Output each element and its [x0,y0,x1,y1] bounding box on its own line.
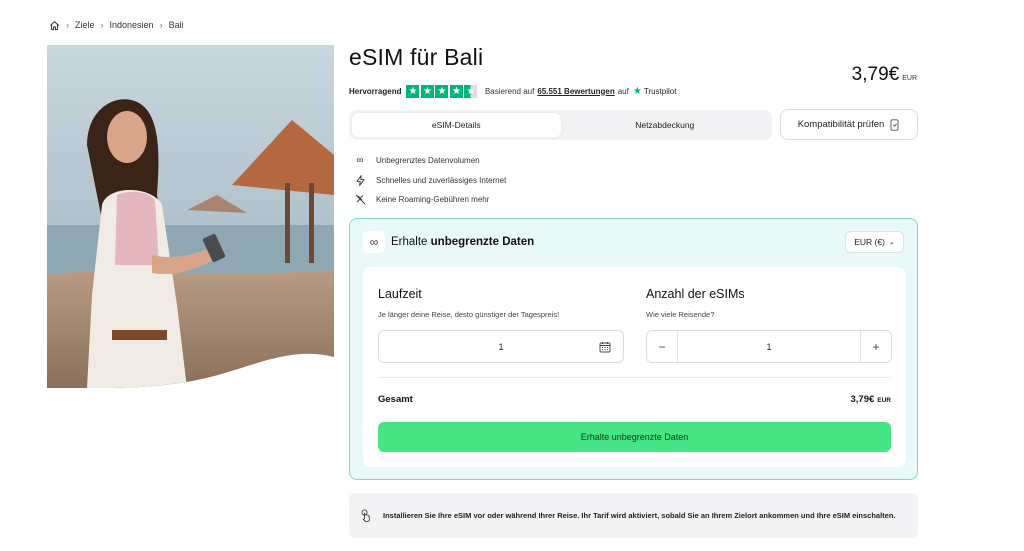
plan-card-title-prefix: Erhalte [391,236,428,248]
feature-item: Keine Roaming-Gebühren mehr [353,190,506,210]
currency-select-value: EUR (€) [854,237,885,247]
plan-card-title: Erhalte unbegrenzte Daten [391,236,534,248]
breadcrumb: › Ziele › Indonesien › Bali [48,18,184,32]
breadcrumb-item-bali: Bali [168,20,184,30]
total-amount: 3,79€ [850,394,875,405]
feature-label: Unbegrenztes Datenvolumen [376,156,480,166]
feature-label: Keine Roaming-Gebühren mehr [376,195,490,205]
star-icon: ★ [435,84,449,98]
no-roaming-icon [353,194,367,205]
rating-count-link[interactable]: 65.551 Bewertungen [537,87,614,96]
chevron-down-icon: ⌄ [888,239,895,246]
star-icon: ★ [406,84,420,98]
plan-card: ∞ Erhalte unbegrenzte Daten EUR (€) ⌄ La… [349,218,918,480]
total-label: Gesamt [378,394,413,405]
home-icon[interactable] [48,19,60,31]
feature-item: Schnelles und zuverlässiges Internet [353,171,506,191]
feature-item: ∞ Unbegrenztes Datenvolumen [353,151,506,171]
infinity-icon: ∞ [363,231,385,253]
rating-prefix: Basierend auf [484,86,535,96]
trustpilot-logo[interactable]: ★ Trustpilot [633,86,677,97]
get-unlimited-data-button[interactable]: Erhalte unbegrenzte Daten [378,422,891,452]
duration-value: 1 [498,341,504,352]
page-title: eSIM für Bali [349,44,484,70]
install-note: Installieren Sie Ihre eSIM vor oder währ… [349,493,918,538]
plan-card-title-bold: unbegrenzte Daten [430,236,535,248]
breadcrumb-item-indonesien[interactable]: Indonesien [110,20,154,30]
compatibility-check-label: Kompatibilität prüfen [797,119,885,130]
calendar-icon[interactable] [599,341,611,353]
rating-stars: ★ ★ ★ ★ ★ [406,84,479,98]
lightning-icon [353,174,367,186]
star-icon: ★ [420,84,434,98]
trustpilot-label: Trustpilot [643,86,677,96]
tab-esim-details[interactable]: eSIM-Details [352,113,561,137]
tap-hand-icon [359,509,373,523]
rating-label: Hervorragend [349,86,402,96]
rating-suffix: auf [617,86,629,96]
compatibility-check-button[interactable]: Kompatibilität prüfen [780,109,918,140]
price-currency: EUR [902,75,917,82]
increment-button[interactable]: + [860,331,891,362]
plan-card-header: ∞ Erhalte unbegrenzte Daten [363,231,534,253]
tab-bar: eSIM-Details Netzabdeckung [349,110,772,140]
product-price: 3,79€ EUR [852,64,917,86]
decrement-button[interactable]: − [647,331,678,362]
feature-list: ∞ Unbegrenztes Datenvolumen Schnelles un… [353,151,506,210]
star-icon: ★ [449,84,463,98]
esims-subtitle: Wie viele Reisende? [646,310,715,319]
feature-label: Schnelles und zuverlässiges Internet [376,175,507,185]
breadcrumb-item-ziele[interactable]: Ziele [75,20,95,30]
duration-input[interactable]: 1 [378,330,624,363]
chevron-right-icon: › [100,20,104,30]
esims-title: Anzahl der eSIMs [646,287,745,301]
trustpilot-star-icon: ★ [632,85,642,97]
total-currency: EUR [877,397,891,404]
duration-title: Laufzeit [378,287,422,301]
star-half-icon: ★ [464,84,478,98]
price-amount: 3,79€ [851,64,900,85]
hero-image [47,45,334,388]
duration-subtitle: Je länger deine Reise, desto günstiger d… [378,310,560,319]
chevron-right-icon: › [159,20,163,30]
install-note-text: Installieren Sie Ihre eSIM vor oder währ… [383,510,896,520]
infinity-icon: ∞ [356,155,364,167]
trustpilot-rating: Hervorragend ★ ★ ★ ★ ★ Basierend auf 65.… [349,84,676,98]
tab-netzabdeckung[interactable]: Netzabdeckung [561,113,770,137]
plan-config-panel: Laufzeit Je länger deine Reise, desto gü… [363,267,906,467]
esim-quantity-stepper: − 1 + [646,330,892,363]
total-price: 3,79€ EUR [850,394,891,405]
currency-select[interactable]: EUR (€) ⌄ [845,231,904,253]
esim-quantity-value[interactable]: 1 [678,342,860,352]
divider [378,377,891,378]
chevron-right-icon: › [66,20,69,30]
phone-check-icon [890,118,899,131]
